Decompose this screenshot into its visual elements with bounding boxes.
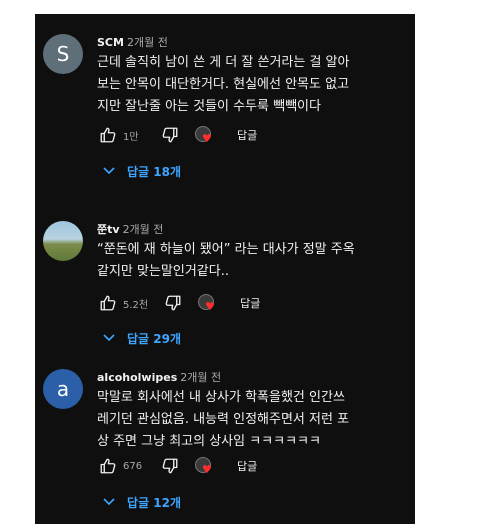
replies-count-label: 답글 12개 (127, 495, 181, 510)
dislike-button[interactable] (162, 292, 184, 314)
author-name[interactable]: 쭌tv (97, 223, 120, 236)
reply-button[interactable]: 답글 (237, 127, 257, 143)
like-count: 1만 (123, 131, 139, 143)
heart-icon: ♥ (202, 463, 212, 476)
thumbs-down-icon (165, 295, 181, 311)
comment-text: “쭌돈에 재 하늘이 됐어” 라는 대사가 정말 주옥 같지만 맞는말인거같다.… (97, 242, 355, 279)
comment-time[interactable]: 2개월 전 (123, 223, 164, 236)
comment-header: 쭌tv 2개월 전 (97, 223, 163, 237)
view-replies-button[interactable]: 답글 18개 (103, 161, 181, 181)
like-button[interactable] (97, 124, 119, 146)
comment-actions: 676 ♥ 답글 (97, 455, 257, 477)
view-replies-button[interactable]: 답글 12개 (103, 492, 181, 512)
view-replies-button[interactable]: 답글 29개 (103, 328, 181, 348)
creator-heart-badge: ♥ (193, 455, 215, 477)
author-name[interactable]: SCM (97, 36, 124, 49)
thumbs-down-icon (162, 127, 178, 143)
comment-time[interactable]: 2개월 전 (127, 36, 168, 49)
avatar[interactable]: a (43, 369, 83, 409)
chevron-down-icon (103, 167, 115, 175)
thumbs-up-icon (100, 127, 116, 143)
comment-header: alcoholwipes 2개월 전 (97, 371, 221, 385)
replies-count-label: 답글 18개 (127, 164, 181, 179)
comment-actions: 1만 ♥ 답글 (97, 124, 257, 146)
avatar[interactable]: S (43, 34, 83, 74)
like-button[interactable] (97, 292, 119, 314)
thumbs-up-icon (100, 458, 116, 474)
reply-button[interactable]: 답글 (240, 295, 260, 311)
reply-button[interactable]: 답글 (237, 458, 257, 474)
comment-header: SCM 2개월 전 (97, 36, 168, 50)
avatar[interactable] (43, 221, 83, 261)
thumbs-down-icon (162, 458, 178, 474)
chevron-down-icon (103, 334, 115, 342)
comment-text: 근데 솔직히 남이 쓴 게 더 잘 쓴거라는 걸 알아 보는 안목이 대단한거다… (97, 55, 350, 114)
like-count: 676 (123, 460, 143, 472)
comments-panel: S SCM 2개월 전 근데 솔직히 남이 쓴 게 더 잘 쓴거라는 걸 알아 보… (35, 14, 415, 524)
comment-time[interactable]: 2개월 전 (180, 371, 221, 384)
author-name[interactable]: alcoholwipes (97, 371, 177, 384)
dislike-button[interactable] (159, 124, 181, 146)
comment-actions: 5.2천 ♥ 답글 (97, 292, 260, 314)
heart-icon: ♥ (202, 132, 212, 145)
dislike-button[interactable] (159, 455, 181, 477)
heart-icon: ♥ (205, 300, 215, 313)
creator-heart-badge: ♥ (196, 292, 218, 314)
replies-count-label: 답글 29개 (127, 331, 181, 346)
thumbs-up-icon (100, 295, 116, 311)
comment-text: 막말로 회사에선 내 상사가 학폭을했건 인간쓰 레기던 관심없음. 내능력 인… (97, 390, 350, 449)
like-count: 5.2천 (123, 299, 149, 311)
chevron-down-icon (103, 498, 115, 506)
like-button[interactable] (97, 455, 119, 477)
creator-heart-badge: ♥ (193, 124, 215, 146)
